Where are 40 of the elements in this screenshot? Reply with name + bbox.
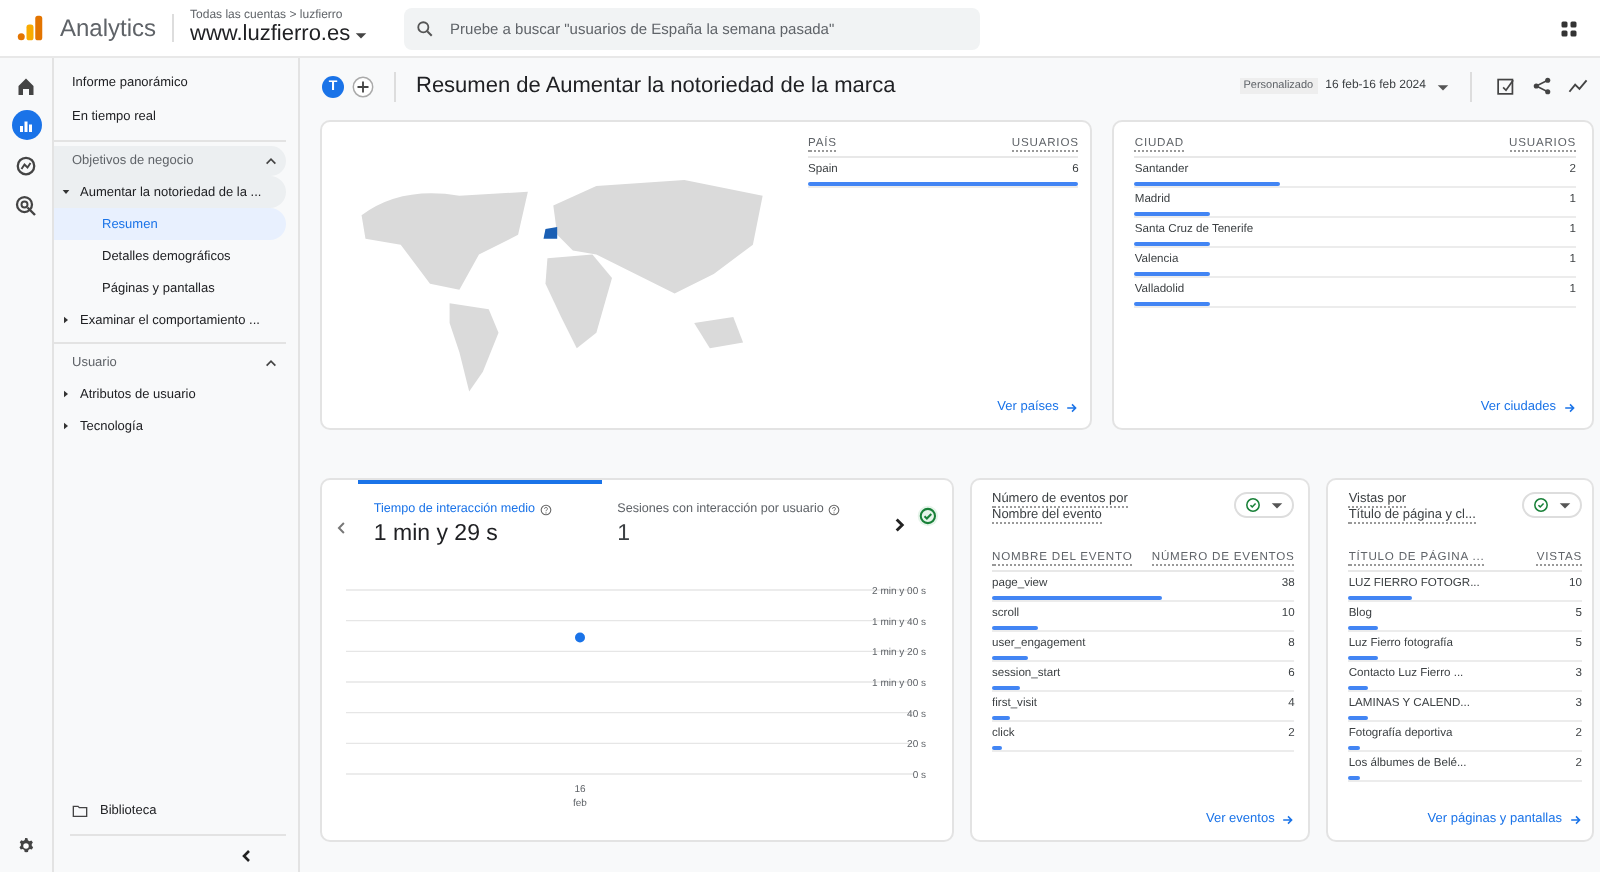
reports-icon[interactable]	[11, 110, 41, 140]
property-selector[interactable]: www.luzfierro.es	[190, 22, 381, 46]
caret-icon	[1558, 498, 1572, 512]
insights-icon[interactable]	[1568, 76, 1588, 96]
metric-value: 1 min y 29 s	[373, 522, 500, 546]
folder-icon	[72, 803, 88, 817]
collapse-chevron-icon[interactable]	[238, 848, 254, 864]
chevron-icon	[264, 154, 278, 168]
caret-icon	[1436, 79, 1450, 93]
report-title: Resumen de Aumentar la notoriedad de la marca	[416, 74, 896, 98]
arrow-right-icon	[1282, 813, 1295, 825]
arrow-right-icon	[1570, 813, 1582, 825]
product-name: Analytics	[60, 14, 175, 42]
edit-report-icon[interactable]	[1496, 76, 1516, 96]
chevron-icon	[264, 356, 278, 370]
arrow-right-icon	[1564, 401, 1576, 413]
check-circle-icon	[1244, 496, 1263, 514]
help-icon[interactable]	[827, 503, 840, 515]
add-comparison-icon[interactable]	[352, 75, 374, 97]
arrow-right-icon	[1066, 401, 1079, 413]
check-circle-icon[interactable]	[916, 504, 940, 528]
expand-triangle-icon	[62, 390, 70, 398]
search-icon	[416, 19, 435, 37]
next-chevron-icon[interactable]	[890, 516, 909, 534]
advertising-icon[interactable]	[11, 190, 41, 220]
analytics-logo-icon	[16, 14, 44, 42]
check-circle-icon	[1532, 496, 1550, 514]
settings-icon[interactable]	[16, 836, 36, 856]
share-icon[interactable]	[1532, 76, 1552, 96]
previous-chevron-icon[interactable]	[334, 520, 350, 536]
expand-triangle-icon	[62, 188, 70, 196]
apps-grid-icon[interactable]	[1560, 19, 1578, 37]
metric-value: 1	[617, 522, 633, 546]
caret-icon	[1270, 498, 1285, 512]
expand-triangle-icon	[62, 422, 70, 430]
expand-triangle-icon	[62, 316, 70, 324]
comparison-dropdown[interactable]	[1522, 492, 1582, 518]
caret-icon	[354, 27, 369, 41]
comparison-dropdown[interactable]	[1234, 492, 1295, 518]
help-icon[interactable]	[539, 503, 552, 515]
